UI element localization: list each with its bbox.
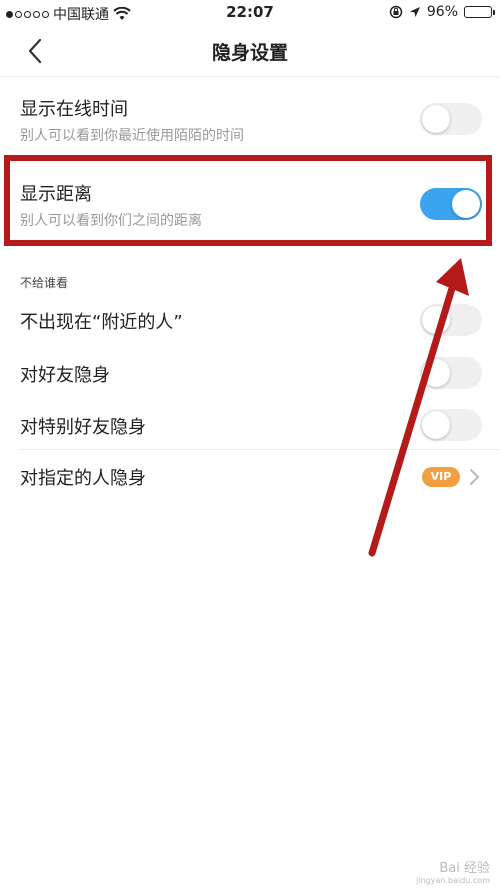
nearby-toggle[interactable] bbox=[420, 304, 482, 336]
status-right: 96% bbox=[389, 4, 495, 20]
hide-row-nearby: 不出现在“附近的人” bbox=[0, 296, 500, 346]
watermark-text: Bai 经验 bbox=[439, 861, 490, 876]
setting-subtitle: 别人可以看到你最近使用陌陌的时间 bbox=[20, 128, 244, 144]
online-time-toggle[interactable] bbox=[420, 103, 482, 135]
hide-row-friends: 对好友隐身 bbox=[0, 349, 500, 399]
setting-row-online-time: 显示在线时间 别人可以看到你最近使用陌陌的时间 bbox=[0, 77, 500, 155]
status-bar: 中国联通 22:07 96% bbox=[0, 0, 500, 26]
location-icon bbox=[409, 7, 420, 17]
watermark-sub: jingyan.baidu.com bbox=[416, 876, 490, 885]
watermark: Bai 经验 jingyan.baidu.com bbox=[416, 857, 490, 885]
vip-badge: VIP bbox=[422, 467, 460, 487]
chevron-right-icon bbox=[470, 469, 480, 485]
battery-icon bbox=[464, 6, 495, 18]
divider bbox=[20, 449, 500, 450]
rotation-lock-icon bbox=[389, 5, 403, 19]
highlight-box bbox=[4, 155, 492, 246]
hide-row-special-friends: 对特别好友隐身 bbox=[0, 401, 500, 451]
special-friends-toggle[interactable] bbox=[420, 409, 482, 441]
nav-bar: 隐身设置 bbox=[0, 26, 500, 77]
battery-percent: 96% bbox=[426, 4, 458, 20]
hide-item-label: 对特别好友隐身 bbox=[20, 417, 146, 438]
friends-toggle[interactable] bbox=[420, 357, 482, 389]
section-label: 不给谁看 bbox=[20, 276, 69, 290]
specified-label: 对指定的人隐身 bbox=[20, 468, 146, 489]
page-title: 隐身设置 bbox=[211, 42, 288, 64]
setting-title: 显示在线时间 bbox=[20, 99, 128, 120]
hide-item-label: 不出现在“附近的人” bbox=[20, 312, 183, 333]
hide-item-label: 对好友隐身 bbox=[20, 365, 110, 386]
